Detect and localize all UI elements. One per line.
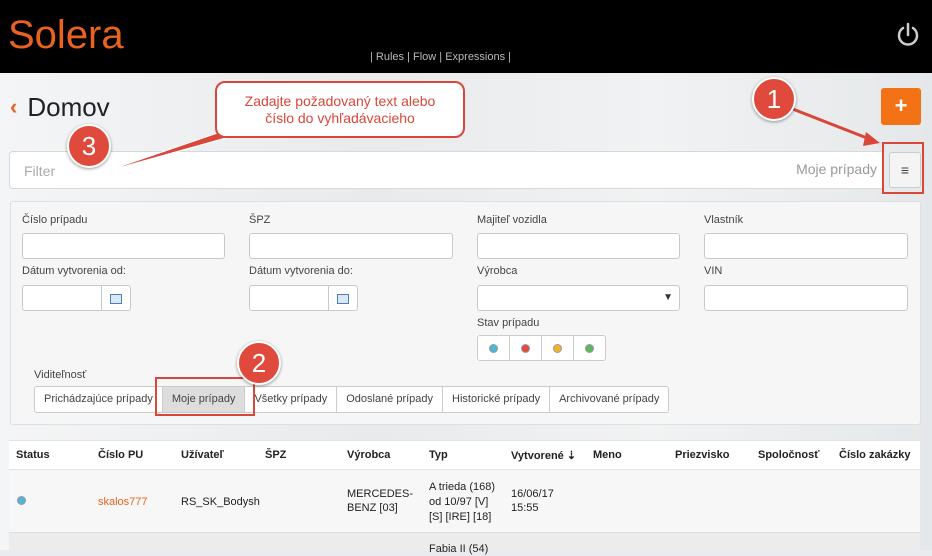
case-state-label: Stav prípadu	[477, 317, 540, 329]
type-cell-line1: A trieda (168)	[429, 481, 496, 493]
add-case-button[interactable]: +	[881, 88, 921, 125]
plate-label: ŠPZ	[249, 214, 271, 226]
col-first-name[interactable]: Meno	[593, 449, 622, 461]
table-row[interactable]: Fabia II (54)	[9, 532, 920, 555]
page-header: ‹ Domov	[10, 90, 110, 124]
visibility-toggle-group: Prichádzajúce prípady Moje prípady Všetk…	[34, 386, 670, 413]
visibility-all[interactable]: Všetky prípady	[245, 387, 338, 412]
col-type[interactable]: Typ	[429, 449, 448, 461]
created-from-input[interactable]	[22, 285, 102, 311]
dropdown-arrow-icon: ▼	[663, 292, 673, 303]
created-to-label: Dátum vytvorenia do:	[249, 265, 353, 277]
highlight-menu-button	[882, 142, 924, 194]
col-maker[interactable]: Výrobca	[347, 449, 390, 461]
created-to-input[interactable]	[249, 285, 329, 311]
col-user[interactable]: Užívateľ	[181, 449, 224, 461]
callout-line-1: Zadajte požadovaný text alebo	[244, 93, 436, 109]
table-row[interactable]: skalos777 RS_SK_Bodysh MERCEDES- BENZ [0…	[9, 469, 920, 533]
col-plate[interactable]: ŠPZ	[265, 449, 286, 461]
annotation-step-3: 3	[67, 124, 111, 168]
state-rejected-toggle[interactable]	[510, 336, 542, 360]
vehicle-owner-label: Majiteľ vozidla	[477, 214, 547, 226]
annotation-step-2: 2	[237, 341, 281, 385]
maker-cell-line2: BENZ [03]	[347, 502, 398, 514]
callout-line-2: číslo do vyhľadávacieho	[265, 110, 415, 126]
logo-text: Solera	[8, 13, 124, 57]
chevron-left-icon[interactable]: ‹	[10, 96, 17, 118]
col-case-number[interactable]: Číslo PU	[98, 449, 143, 461]
maker-cell-line1: MERCEDES-	[347, 488, 414, 500]
vehicle-owner-input[interactable]	[477, 233, 680, 259]
annotation-callout: Zadajte požadovaný text alebo číslo do v…	[215, 81, 465, 138]
status-pending-icon	[553, 343, 562, 353]
maker-select[interactable]: ▼	[477, 285, 680, 311]
created-from-label: Dátum vytvorenia od:	[22, 265, 126, 277]
state-pending-toggle[interactable]	[542, 336, 574, 360]
calendar-icon[interactable]	[328, 285, 358, 311]
solera-logo[interactable]: Solera	[8, 10, 128, 60]
created-time-cell: 15:55	[511, 502, 539, 514]
status-new-icon	[17, 496, 26, 505]
highlight-my-cases	[155, 377, 255, 416]
case-number-link[interactable]: skalos777	[98, 495, 148, 509]
annotation-step-1: 1	[752, 77, 796, 121]
type-cell-line3: [S] [IRE] [18]	[429, 511, 492, 523]
vin-label: VIN	[704, 265, 723, 277]
vin-input[interactable]	[704, 285, 908, 311]
page-title: Domov	[27, 91, 110, 122]
plate-input[interactable]	[249, 233, 453, 259]
status-done-icon	[585, 343, 594, 353]
col-created[interactable]: Vytvorené ⇣	[511, 449, 576, 462]
power-icon[interactable]	[895, 22, 921, 48]
calendar-icon[interactable]	[101, 285, 131, 311]
type-cell-line1: Fabia II (54)	[429, 543, 489, 555]
created-date-cell: 16/06/17	[511, 488, 554, 500]
visibility-incoming[interactable]: Prichádzajúce prípady	[35, 387, 163, 412]
visibility-archived[interactable]: Archivované prípady	[550, 387, 668, 412]
filter-input[interactable]	[22, 162, 626, 180]
owner-label: Vlastník	[704, 214, 744, 226]
visibility-sent[interactable]: Odoslané prípady	[337, 387, 444, 412]
visibility-label: Viditeľnosť	[34, 369, 87, 381]
state-done-toggle[interactable]	[574, 336, 605, 360]
visibility-historic[interactable]: Historické prípady	[443, 387, 551, 412]
maker-label: Výrobca	[477, 265, 518, 277]
status-new-icon	[489, 343, 498, 353]
top-nav[interactable]: | Rules | Flow | Expressions |	[370, 51, 511, 63]
owner-input[interactable]	[704, 233, 908, 259]
state-new-toggle[interactable]	[478, 336, 510, 360]
case-number-label: Číslo prípadu	[22, 214, 88, 226]
col-company[interactable]: Spoločnosť	[758, 449, 820, 461]
filter-tag: Moje prípady	[796, 161, 877, 177]
col-order-number[interactable]: Číslo zakázky	[839, 449, 911, 461]
table-header: Status Číslo PU Užívateľ ŠPZ Výrobca Typ…	[9, 440, 920, 469]
case-number-input[interactable]	[22, 233, 225, 259]
status-rejected-icon	[521, 343, 530, 353]
top-bar: Solera | Rules | Flow | Expressions |	[0, 0, 932, 73]
col-last-name[interactable]: Priezvisko	[675, 449, 729, 461]
col-status[interactable]: Status	[16, 449, 50, 461]
filter-bar: Moje prípady	[9, 151, 883, 189]
type-cell-line2: od 10/97 [V]	[429, 496, 489, 508]
user-cell: RS_SK_Bodysh	[181, 496, 260, 508]
case-state-toggle-group	[477, 335, 606, 361]
